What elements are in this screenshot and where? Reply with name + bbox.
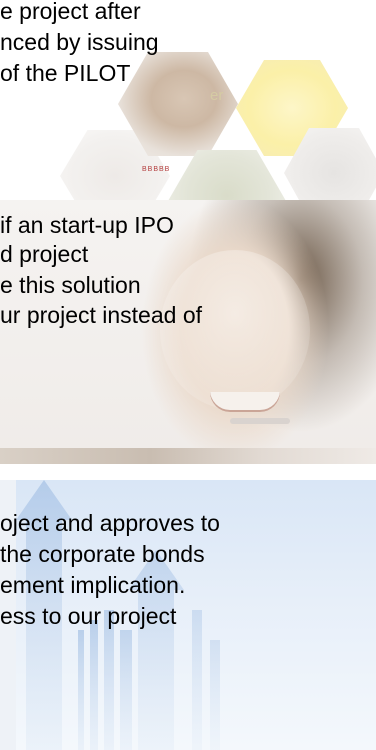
- paragraph-2-line-3: e this solution: [0, 272, 141, 298]
- paragraph-1-line-1: e project after: [0, 0, 141, 24]
- paragraph-2-line-2: d project: [0, 241, 89, 267]
- paragraph-1-line-2: nced by issuing: [0, 29, 159, 55]
- hexagon-partial-word: er: [210, 87, 224, 104]
- hexagon-caption: BBBBB: [142, 166, 171, 173]
- paragraph-3-line-1: oject and approves to: [0, 510, 220, 536]
- paragraph-2-line-1: if an start-up IPO: [0, 212, 174, 238]
- headset-mic-icon: [230, 418, 290, 424]
- paragraph-3-line-3: ement implication.: [0, 572, 186, 598]
- paragraph-3-line-4: ess to our project: [0, 603, 177, 629]
- smile-detail: [210, 392, 280, 412]
- paragraph-3-line-2: the corporate bonds: [0, 541, 205, 567]
- paragraph-2-line-4: ur project instead of: [0, 302, 203, 328]
- photo-divider: [0, 448, 376, 464]
- paragraph-1-line-3: of the PILOT: [0, 60, 131, 86]
